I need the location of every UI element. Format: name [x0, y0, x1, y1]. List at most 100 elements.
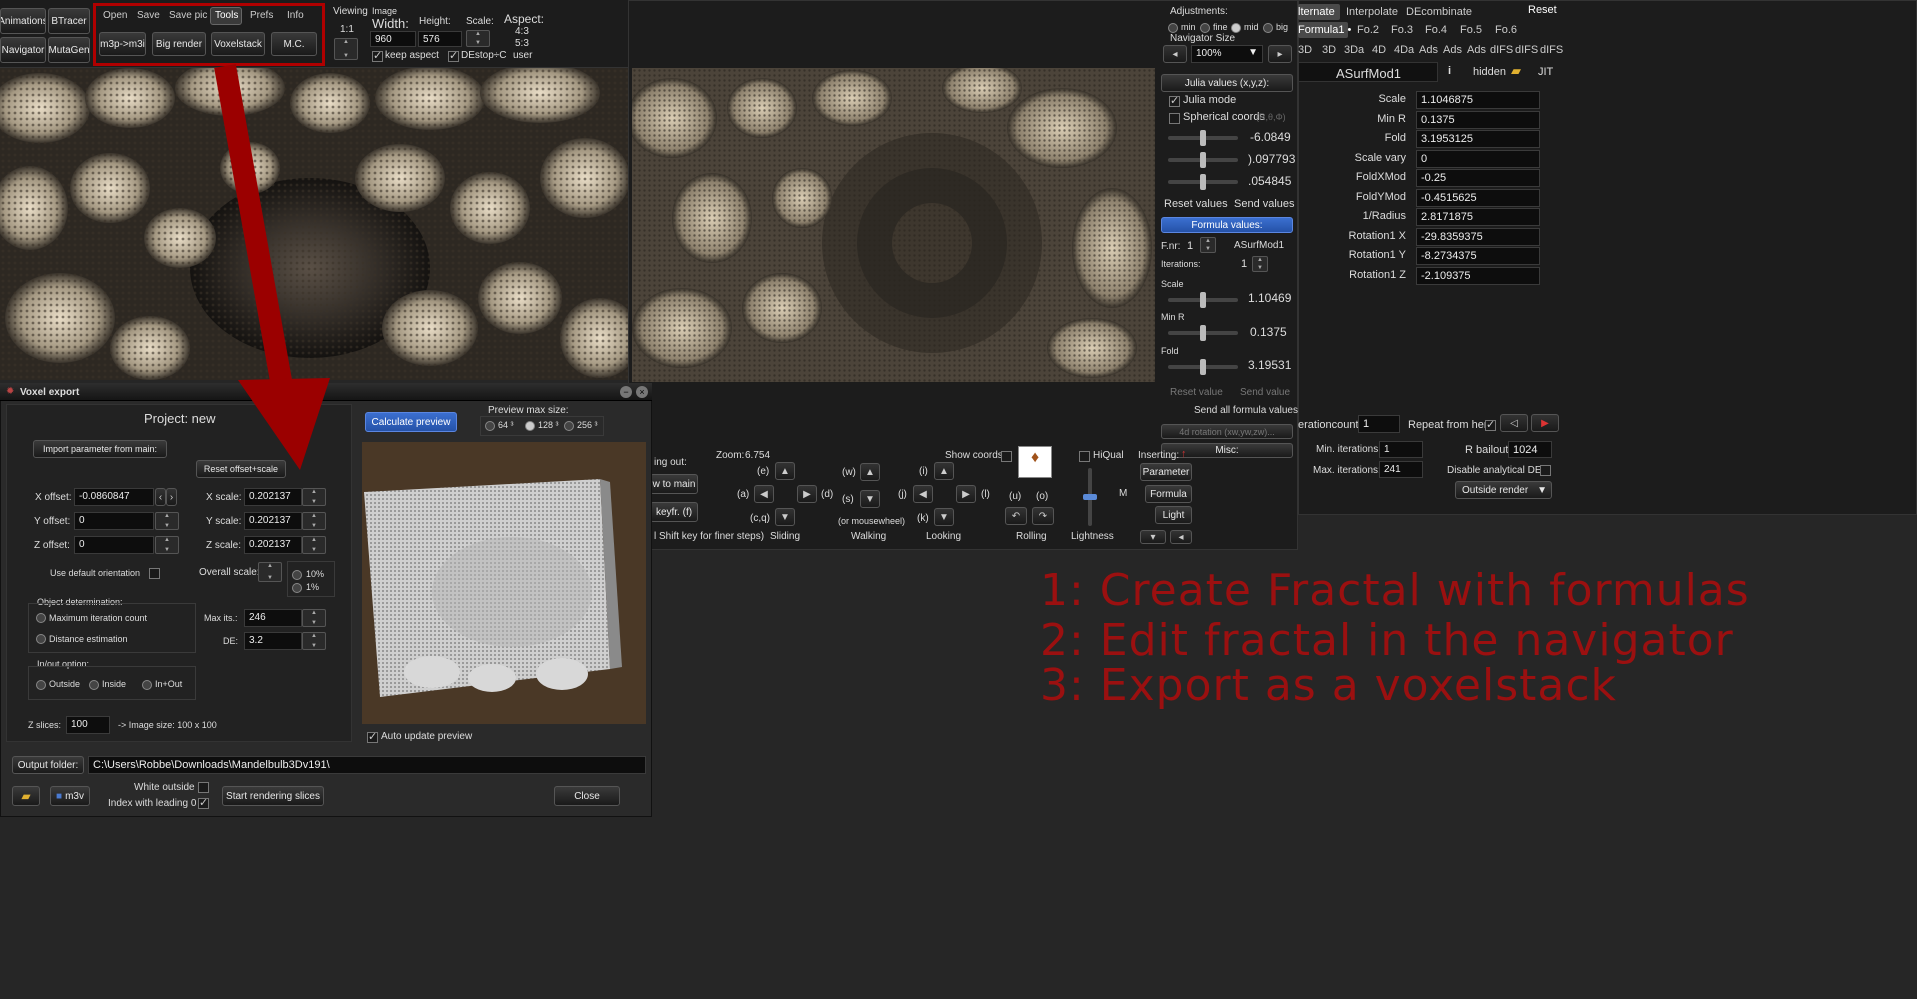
- formula-slot-1[interactable]: Formula1 •: [1298, 24, 1351, 36]
- type-3d-b[interactable]: 3D: [1322, 44, 1336, 56]
- formula-param-input[interactable]: 1.1046875: [1416, 91, 1540, 109]
- insert-formula-button[interactable]: Formula: [1145, 485, 1192, 503]
- open-folder-button[interactable]: ▰: [12, 786, 40, 806]
- size-min-radio[interactable]: [1168, 23, 1178, 33]
- formula-prev-button[interactable]: ◁: [1500, 414, 1528, 432]
- nav-size-left-button[interactable]: ◂: [1163, 45, 1187, 63]
- start-rendering-button[interactable]: Start rendering slices: [222, 786, 324, 806]
- x-offset-input[interactable]: -0.0860847: [74, 488, 154, 506]
- x-scale-input[interactable]: 0.202137: [244, 488, 302, 506]
- formula-slot-3[interactable]: Fo.3: [1391, 24, 1413, 36]
- x-offset-left-button[interactable]: ‹: [155, 488, 166, 506]
- size-fine-radio[interactable]: [1200, 23, 1210, 33]
- type-ads-a[interactable]: Ads: [1419, 44, 1438, 56]
- x-offset-right-button[interactable]: ›: [166, 488, 177, 506]
- rbailout-input[interactable]: 1024: [1508, 441, 1552, 458]
- julia-z-slider[interactable]: [1168, 174, 1238, 190]
- reset-value-button[interactable]: Reset value: [1170, 387, 1223, 398]
- send-values-button[interactable]: Send values: [1234, 198, 1295, 210]
- z-scale-input[interactable]: 0.202137: [244, 536, 302, 554]
- walk-forward-button[interactable]: ▲: [860, 463, 880, 481]
- type-difs-c[interactable]: dIFS: [1540, 44, 1563, 56]
- formula-slot-4[interactable]: Fo.4: [1425, 24, 1447, 36]
- max-its-input[interactable]: 246: [244, 609, 302, 627]
- slide-up-button[interactable]: ▲: [775, 462, 795, 480]
- insert-light-button[interactable]: Light: [1155, 506, 1192, 524]
- slide-left-button[interactable]: ◀: [754, 485, 774, 503]
- z-offset-input[interactable]: 0: [74, 536, 154, 554]
- julia-values-button[interactable]: Julia values (x,y,z):: [1161, 74, 1293, 92]
- formula-values-button[interactable]: Formula values:: [1161, 217, 1293, 233]
- size-mid-radio[interactable]: [1231, 23, 1241, 33]
- julia-y-slider[interactable]: [1168, 152, 1238, 168]
- info-icon[interactable]: i: [1448, 65, 1451, 77]
- outside-radio[interactable]: [36, 680, 46, 690]
- max-its-spinner[interactable]: [302, 609, 326, 627]
- formula-next-button[interactable]: ▶: [1531, 414, 1559, 432]
- index-leading-checkbox[interactable]: [198, 796, 209, 809]
- z-scale-spinner[interactable]: [302, 536, 326, 554]
- nav-size-right-button[interactable]: ▸: [1268, 45, 1292, 63]
- formula-param-input[interactable]: -0.25: [1416, 169, 1540, 187]
- min-iterations-input[interactable]: 1: [1379, 441, 1423, 458]
- julia-x-slider[interactable]: [1168, 130, 1238, 146]
- type-difs-b[interactable]: dIFS: [1515, 44, 1538, 56]
- y-scale-spinner[interactable]: [302, 512, 326, 530]
- navigator-render-view[interactable]: [632, 68, 1155, 382]
- inout-radio[interactable]: [142, 680, 152, 690]
- close-button[interactable]: Close: [554, 786, 620, 806]
- formula-param-input[interactable]: -29.8359375: [1416, 227, 1540, 246]
- y-scale-input[interactable]: 0.202137: [244, 512, 302, 530]
- nav-size-select[interactable]: 100% ▼: [1191, 45, 1263, 63]
- param-minr-slider[interactable]: [1168, 325, 1238, 341]
- send-value-button[interactable]: Send value: [1240, 387, 1290, 398]
- tab-decombinate[interactable]: DEcombinate: [1406, 6, 1472, 18]
- z-slices-input[interactable]: 100: [66, 716, 110, 734]
- spherical-checkbox[interactable]: [1169, 113, 1180, 124]
- tab-interpolate[interactable]: Interpolate: [1346, 6, 1398, 18]
- default-orientation-checkbox[interactable]: [149, 568, 160, 579]
- m3v-button[interactable]: ■ m3v: [50, 786, 90, 806]
- type-4da[interactable]: 4Da: [1394, 44, 1414, 56]
- roll-right-button[interactable]: ↷: [1032, 507, 1054, 525]
- keyframe-button[interactable]: keyfr. (f): [650, 502, 698, 522]
- x-scale-spinner[interactable]: [302, 488, 326, 506]
- outside-render-select[interactable]: Outside render ▼: [1455, 481, 1552, 499]
- inside-radio[interactable]: [89, 680, 99, 690]
- auto-update-checkbox[interactable]: [367, 730, 378, 743]
- roll-left-button[interactable]: ↶: [1005, 507, 1027, 525]
- julia-mode-checkbox[interactable]: [1169, 94, 1180, 107]
- output-path-input[interactable]: C:\Users\Robbe\Downloads\Mandelbulb3Dv19…: [88, 756, 646, 774]
- formula-param-input[interactable]: -2.109375: [1416, 266, 1540, 285]
- max-iterations-input[interactable]: 241: [1379, 461, 1423, 478]
- y-offset-spinner[interactable]: [155, 512, 179, 530]
- 4d-rotation-button[interactable]: 4d rotation (xw,yw,zw)...: [1161, 424, 1293, 439]
- insert-parameter-button[interactable]: Parameter: [1140, 463, 1192, 481]
- z-offset-spinner[interactable]: [155, 536, 179, 554]
- fnr-spinner[interactable]: [1200, 237, 1216, 253]
- formula-slot-6[interactable]: Fo.6: [1495, 24, 1517, 36]
- look-left-button[interactable]: ◀: [913, 485, 933, 503]
- formula-param-input[interactable]: -0.4515625: [1416, 188, 1540, 207]
- max-iteration-radio[interactable]: [36, 613, 46, 623]
- look-right-button[interactable]: ▶: [956, 485, 976, 503]
- iterations-spinner[interactable]: [1252, 256, 1268, 272]
- overall-1-radio[interactable]: [292, 583, 302, 593]
- formula-slot-5[interactable]: Fo.5: [1460, 24, 1482, 36]
- formula-param-input[interactable]: 0: [1416, 149, 1540, 168]
- disable-de-checkbox[interactable]: [1540, 465, 1551, 476]
- light-preview-swatch[interactable]: ♦: [1018, 446, 1052, 478]
- formula-param-input[interactable]: 0.1375: [1416, 110, 1540, 129]
- y-offset-input[interactable]: 0: [74, 512, 154, 530]
- distance-estimation-radio[interactable]: [36, 634, 46, 644]
- look-down-button[interactable]: ▼: [934, 508, 954, 526]
- type-3d-a[interactable]: 3D: [1298, 44, 1312, 56]
- jit-label[interactable]: JIT: [1538, 66, 1553, 78]
- type-difs-a[interactable]: dIFS: [1490, 44, 1513, 56]
- slide-right-button[interactable]: ▶: [797, 485, 817, 503]
- tab-alternate[interactable]: lternate: [1298, 6, 1335, 18]
- size-big-radio[interactable]: [1263, 23, 1273, 33]
- type-ads-b[interactable]: Ads: [1443, 44, 1462, 56]
- hiqual-checkbox[interactable]: [1079, 451, 1090, 462]
- overall-10-radio[interactable]: [292, 570, 302, 580]
